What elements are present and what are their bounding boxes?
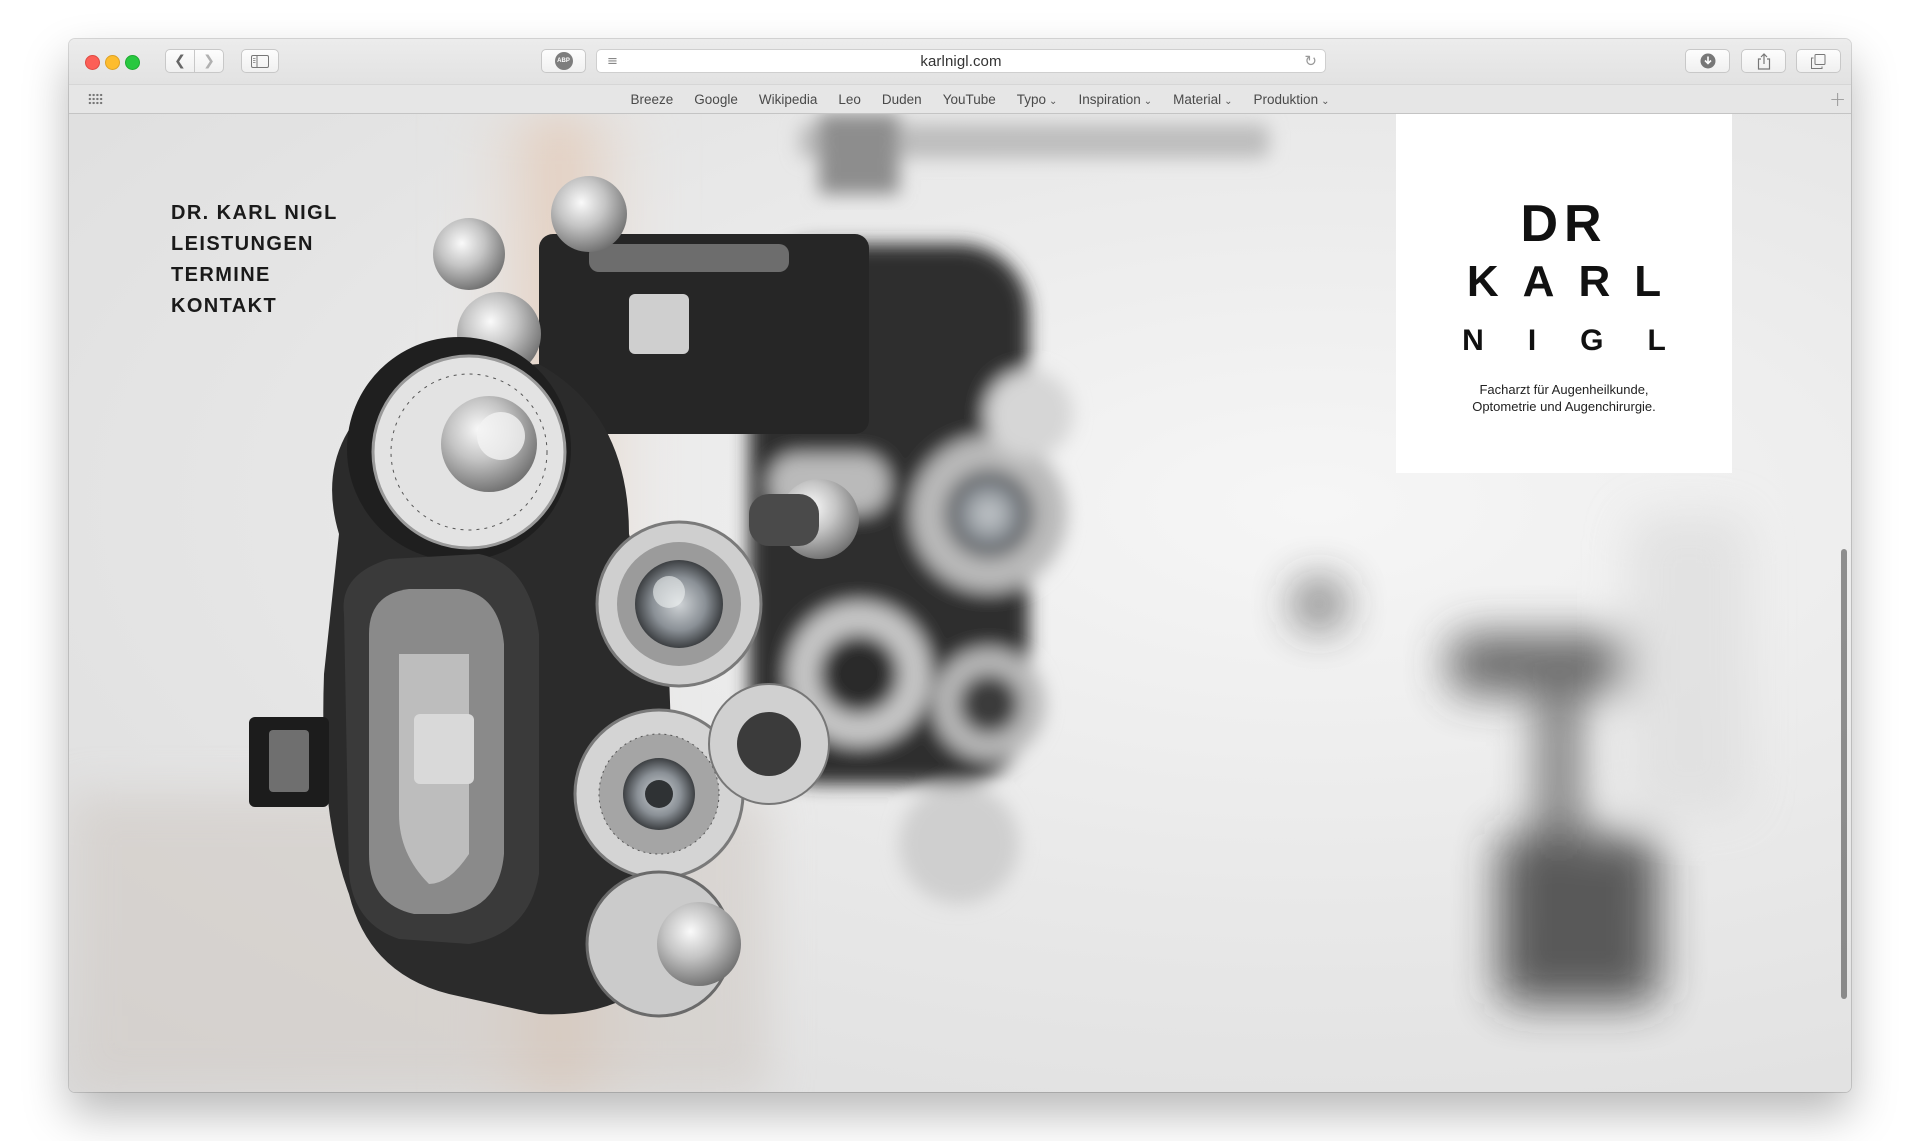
tabs-icon: [1811, 53, 1826, 69]
nav-item-kontakt[interactable]: KONTAKT: [171, 291, 338, 322]
bookmark-folder-material[interactable]: Material ⌄: [1173, 92, 1232, 107]
bookmark-folder-label: Inspiration: [1078, 91, 1141, 107]
bookmark-folder-label: Material: [1173, 91, 1222, 107]
zoom-window-button[interactable]: [125, 55, 140, 70]
url-text: karlnigl.com: [920, 52, 1002, 70]
web-page: DR. KARL NIGL LEISTUNGEN TERMINE KONTAKT…: [69, 114, 1851, 1092]
download-button[interactable]: [1685, 49, 1730, 73]
share-icon: [1757, 52, 1770, 70]
bookmark-list: Breeze Google Wikipedia Leo Duden YouTub…: [69, 85, 1851, 113]
bookmark-breeze[interactable]: Breeze: [631, 92, 674, 107]
bookmark-folder-label: Typo: [1016, 91, 1047, 107]
tagline-line-1: Facharzt für Augenheilkunde,: [1479, 382, 1649, 397]
chevron-down-icon: ⌄: [1049, 95, 1058, 107]
adblock-button[interactable]: ABP: [541, 49, 586, 73]
bookmark-folder-produktion[interactable]: Produktion ⌄: [1254, 92, 1330, 107]
reload-icon[interactable]: ↻: [1304, 52, 1317, 70]
minimize-window-button[interactable]: [105, 55, 120, 70]
reader-icon[interactable]: ≡: [607, 54, 618, 69]
logo-line-nigl: NIGL: [1462, 324, 1710, 357]
logo-tagline: Facharzt für Augenheilkunde, Optometrie …: [1396, 381, 1732, 415]
chevron-right-icon: ❯: [203, 53, 215, 69]
forward-button[interactable]: ❯: [194, 49, 224, 73]
sidebar-icon: [251, 54, 269, 68]
bookmark-google[interactable]: Google: [694, 92, 738, 107]
logo-line-karl: KARL: [1466, 257, 1686, 306]
chevron-down-icon: ⌄: [1143, 95, 1153, 107]
bookmark-folder-typo[interactable]: Typo ⌄: [1017, 92, 1058, 107]
show-tabs-button[interactable]: [1796, 49, 1841, 73]
bookmark-duden[interactable]: Duden: [882, 92, 922, 107]
address-bar[interactable]: ≡ karlnigl.com ↻: [596, 49, 1326, 73]
sidebar-button[interactable]: [241, 49, 279, 73]
plus-icon[interactable]: +: [1829, 87, 1846, 111]
bookmark-wikipedia[interactable]: Wikipedia: [759, 92, 818, 107]
adblock-icon: ABP: [554, 52, 573, 70]
bookmark-youtube[interactable]: YouTube: [943, 92, 996, 107]
share-button[interactable]: [1741, 49, 1786, 73]
title-bar: ❮ ❯ ABP ≡ karlnigl.com ↻: [69, 39, 1851, 84]
nav-item-leistungen[interactable]: LEISTUNGEN: [171, 229, 338, 260]
tagline-line-2: Optometrie und Augenchirurgie.: [1472, 399, 1656, 414]
bookmark-folder-inspiration[interactable]: Inspiration ⌄: [1078, 92, 1152, 107]
close-window-button[interactable]: [85, 55, 100, 70]
logo-line-dr: DR: [1520, 195, 1608, 253]
download-icon: [1700, 53, 1715, 69]
favorites-bar: Breeze Google Wikipedia Leo Duden YouTub…: [69, 84, 1851, 114]
chevron-down-icon: ⌄: [1224, 95, 1233, 107]
vertical-scrollbar[interactable]: [1841, 549, 1847, 999]
back-button[interactable]: ❮: [165, 49, 195, 73]
chevron-left-icon: ❮: [174, 53, 186, 69]
bookmark-folder-label: Produktion: [1253, 91, 1319, 107]
main-navigation: DR. KARL NIGL LEISTUNGEN TERMINE KONTAKT: [171, 198, 338, 322]
logo-card[interactable]: DR KARL NIGL Facharzt für Augenheilkunde…: [1396, 114, 1732, 473]
bookmark-leo[interactable]: Leo: [838, 92, 861, 107]
browser-window: ❮ ❯ ABP ≡ karlnigl.com ↻ Breeze Google W…: [69, 39, 1851, 1092]
nav-item-home[interactable]: DR. KARL NIGL: [171, 198, 338, 229]
nav-item-termine[interactable]: TERMINE: [171, 260, 338, 291]
chevron-down-icon: ⌄: [1321, 95, 1330, 107]
